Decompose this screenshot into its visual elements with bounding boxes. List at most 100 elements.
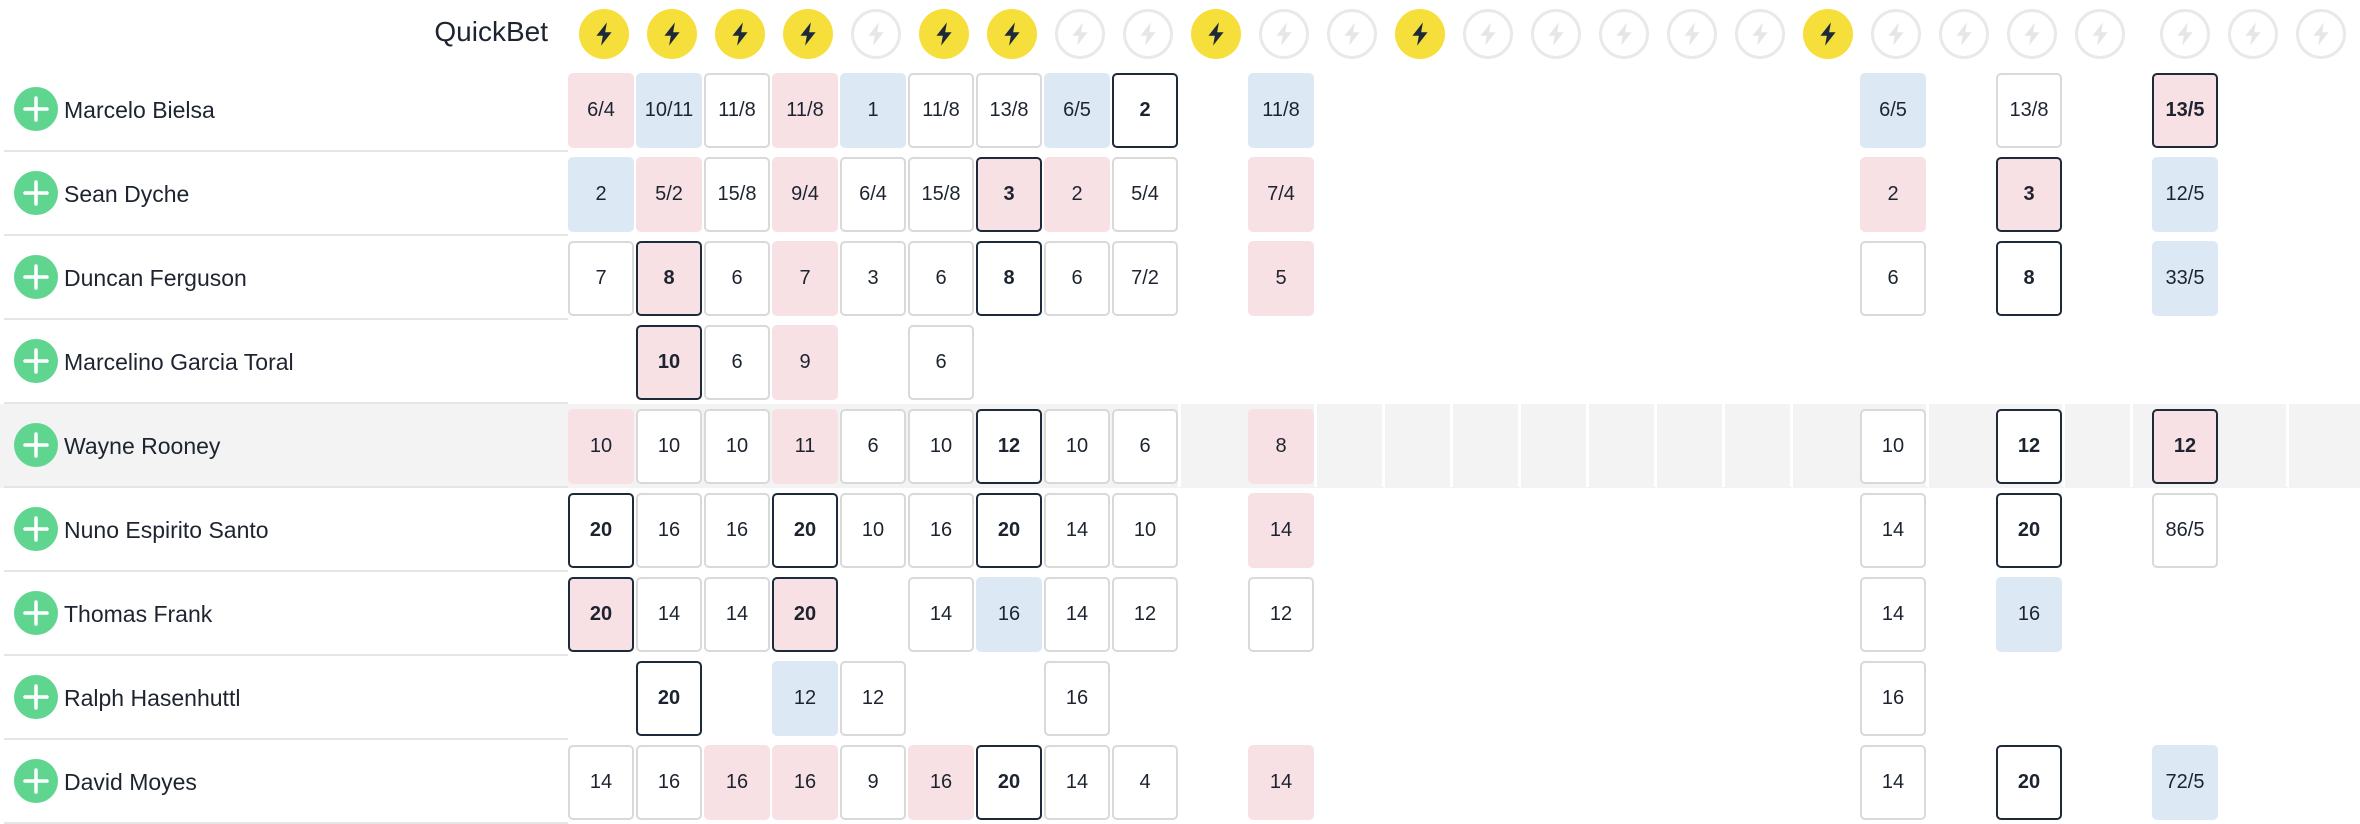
odds-cell[interactable]: 11/8 [704, 73, 770, 148]
add-selection-button[interactable] [14, 171, 58, 215]
odds-cell[interactable]: 10 [568, 409, 634, 484]
odds-cell[interactable]: 9/4 [772, 157, 838, 232]
odds-cell[interactable]: 6/5 [1044, 73, 1110, 148]
odds-cell[interactable]: 16 [704, 745, 770, 820]
odds-cell[interactable]: 1 [840, 73, 906, 148]
odds-cell[interactable]: 10/11 [636, 73, 702, 148]
odds-cell[interactable]: 11/8 [1248, 73, 1314, 148]
best-odds-cell[interactable]: 8 [636, 241, 702, 316]
odds-cell[interactable]: 10 [1112, 493, 1178, 568]
odds-cell[interactable]: 72/5 [2152, 745, 2218, 820]
best-odds-cell[interactable]: 20 [1996, 745, 2062, 820]
odds-cell[interactable]: 15/8 [704, 157, 770, 232]
quickbet-lightning-icon-5[interactable] [851, 9, 901, 59]
add-selection-button[interactable] [14, 759, 58, 803]
quickbet-lightning-icon-24[interactable] [2160, 9, 2210, 59]
quickbet-lightning-icon-11[interactable] [1259, 9, 1309, 59]
odds-cell[interactable]: 16 [1996, 577, 2062, 652]
odds-cell[interactable]: 14 [1044, 493, 1110, 568]
odds-cell[interactable]: 9 [840, 745, 906, 820]
odds-cell[interactable]: 12 [1112, 577, 1178, 652]
odds-cell[interactable]: 6 [908, 241, 974, 316]
odds-cell[interactable]: 5/2 [636, 157, 702, 232]
best-odds-cell[interactable]: 20 [568, 493, 634, 568]
odds-cell[interactable]: 12 [840, 661, 906, 736]
quickbet-lightning-icon-23[interactable] [2075, 9, 2125, 59]
odds-cell[interactable]: 16 [908, 745, 974, 820]
odds-cell[interactable]: 6 [1112, 409, 1178, 484]
quickbet-lightning-icon-4[interactable] [783, 9, 833, 59]
best-odds-cell[interactable]: 12 [976, 409, 1042, 484]
odds-cell[interactable]: 6/4 [840, 157, 906, 232]
best-odds-cell[interactable]: 8 [1996, 241, 2062, 316]
best-odds-cell[interactable]: 3 [976, 157, 1042, 232]
odds-cell[interactable]: 13/8 [976, 73, 1042, 148]
odds-cell[interactable]: 14 [1044, 577, 1110, 652]
odds-cell[interactable]: 16 [636, 493, 702, 568]
odds-cell[interactable]: 16 [1044, 661, 1110, 736]
odds-cell[interactable]: 12 [1248, 577, 1314, 652]
odds-cell[interactable]: 2 [1860, 157, 1926, 232]
best-odds-cell[interactable]: 20 [636, 661, 702, 736]
odds-cell[interactable]: 14 [1860, 577, 1926, 652]
odds-cell[interactable]: 10 [1044, 409, 1110, 484]
odds-cell[interactable]: 7 [772, 241, 838, 316]
odds-cell[interactable]: 4 [1112, 745, 1178, 820]
odds-cell[interactable]: 6 [840, 409, 906, 484]
odds-cell[interactable]: 11 [772, 409, 838, 484]
add-selection-button[interactable] [14, 507, 58, 551]
odds-cell[interactable]: 6 [1044, 241, 1110, 316]
odds-cell[interactable]: 10 [908, 409, 974, 484]
best-odds-cell[interactable]: 20 [976, 745, 1042, 820]
best-odds-cell[interactable]: 20 [1996, 493, 2062, 568]
odds-cell[interactable]: 6/4 [568, 73, 634, 148]
odds-cell[interactable]: 16 [908, 493, 974, 568]
quickbet-lightning-icon-22[interactable] [2007, 9, 2057, 59]
add-selection-button[interactable] [14, 255, 58, 299]
odds-cell[interactable]: 7/4 [1248, 157, 1314, 232]
quickbet-lightning-icon-26[interactable] [2296, 9, 2346, 59]
odds-cell[interactable]: 15/8 [908, 157, 974, 232]
odds-cell[interactable]: 9 [772, 325, 838, 400]
quickbet-lightning-icon-2[interactable] [647, 9, 697, 59]
quickbet-lightning-icon-18[interactable] [1735, 9, 1785, 59]
quickbet-lightning-icon-15[interactable] [1531, 9, 1581, 59]
odds-cell[interactable]: 7/2 [1112, 241, 1178, 316]
odds-cell[interactable]: 14 [1860, 493, 1926, 568]
odds-cell[interactable]: 2 [1044, 157, 1110, 232]
odds-cell[interactable]: 14 [1248, 745, 1314, 820]
odds-cell[interactable]: 33/5 [2152, 241, 2218, 316]
odds-cell[interactable]: 11/8 [772, 73, 838, 148]
odds-cell[interactable]: 6 [704, 325, 770, 400]
odds-cell[interactable]: 16 [636, 745, 702, 820]
odds-cell[interactable]: 12 [772, 661, 838, 736]
odds-cell[interactable]: 5/4 [1112, 157, 1178, 232]
add-selection-button[interactable] [14, 591, 58, 635]
odds-cell[interactable]: 6 [1860, 241, 1926, 316]
quickbet-lightning-icon-20[interactable] [1871, 9, 1921, 59]
odds-cell[interactable]: 6 [908, 325, 974, 400]
quickbet-lightning-icon-7[interactable] [987, 9, 1037, 59]
odds-cell[interactable]: 14 [704, 577, 770, 652]
best-odds-cell[interactable]: 3 [1996, 157, 2062, 232]
odds-cell[interactable]: 10 [1860, 409, 1926, 484]
best-odds-cell[interactable]: 13/5 [2152, 73, 2218, 148]
odds-cell[interactable]: 14 [1248, 493, 1314, 568]
odds-cell[interactable]: 16 [1860, 661, 1926, 736]
odds-cell[interactable]: 14 [568, 745, 634, 820]
odds-cell[interactable]: 6 [704, 241, 770, 316]
odds-cell[interactable]: 3 [840, 241, 906, 316]
odds-cell[interactable]: 16 [704, 493, 770, 568]
add-selection-button[interactable] [14, 423, 58, 467]
odds-cell[interactable]: 8 [1248, 409, 1314, 484]
odds-cell[interactable]: 16 [772, 745, 838, 820]
best-odds-cell[interactable]: 20 [772, 493, 838, 568]
quickbet-lightning-icon-12[interactable] [1327, 9, 1377, 59]
best-odds-cell[interactable]: 20 [568, 577, 634, 652]
odds-cell[interactable]: 16 [976, 577, 1042, 652]
best-odds-cell[interactable]: 12 [2152, 409, 2218, 484]
add-selection-button[interactable] [14, 339, 58, 383]
best-odds-cell[interactable]: 20 [976, 493, 1042, 568]
quickbet-lightning-icon-17[interactable] [1667, 9, 1717, 59]
quickbet-lightning-icon-9[interactable] [1123, 9, 1173, 59]
